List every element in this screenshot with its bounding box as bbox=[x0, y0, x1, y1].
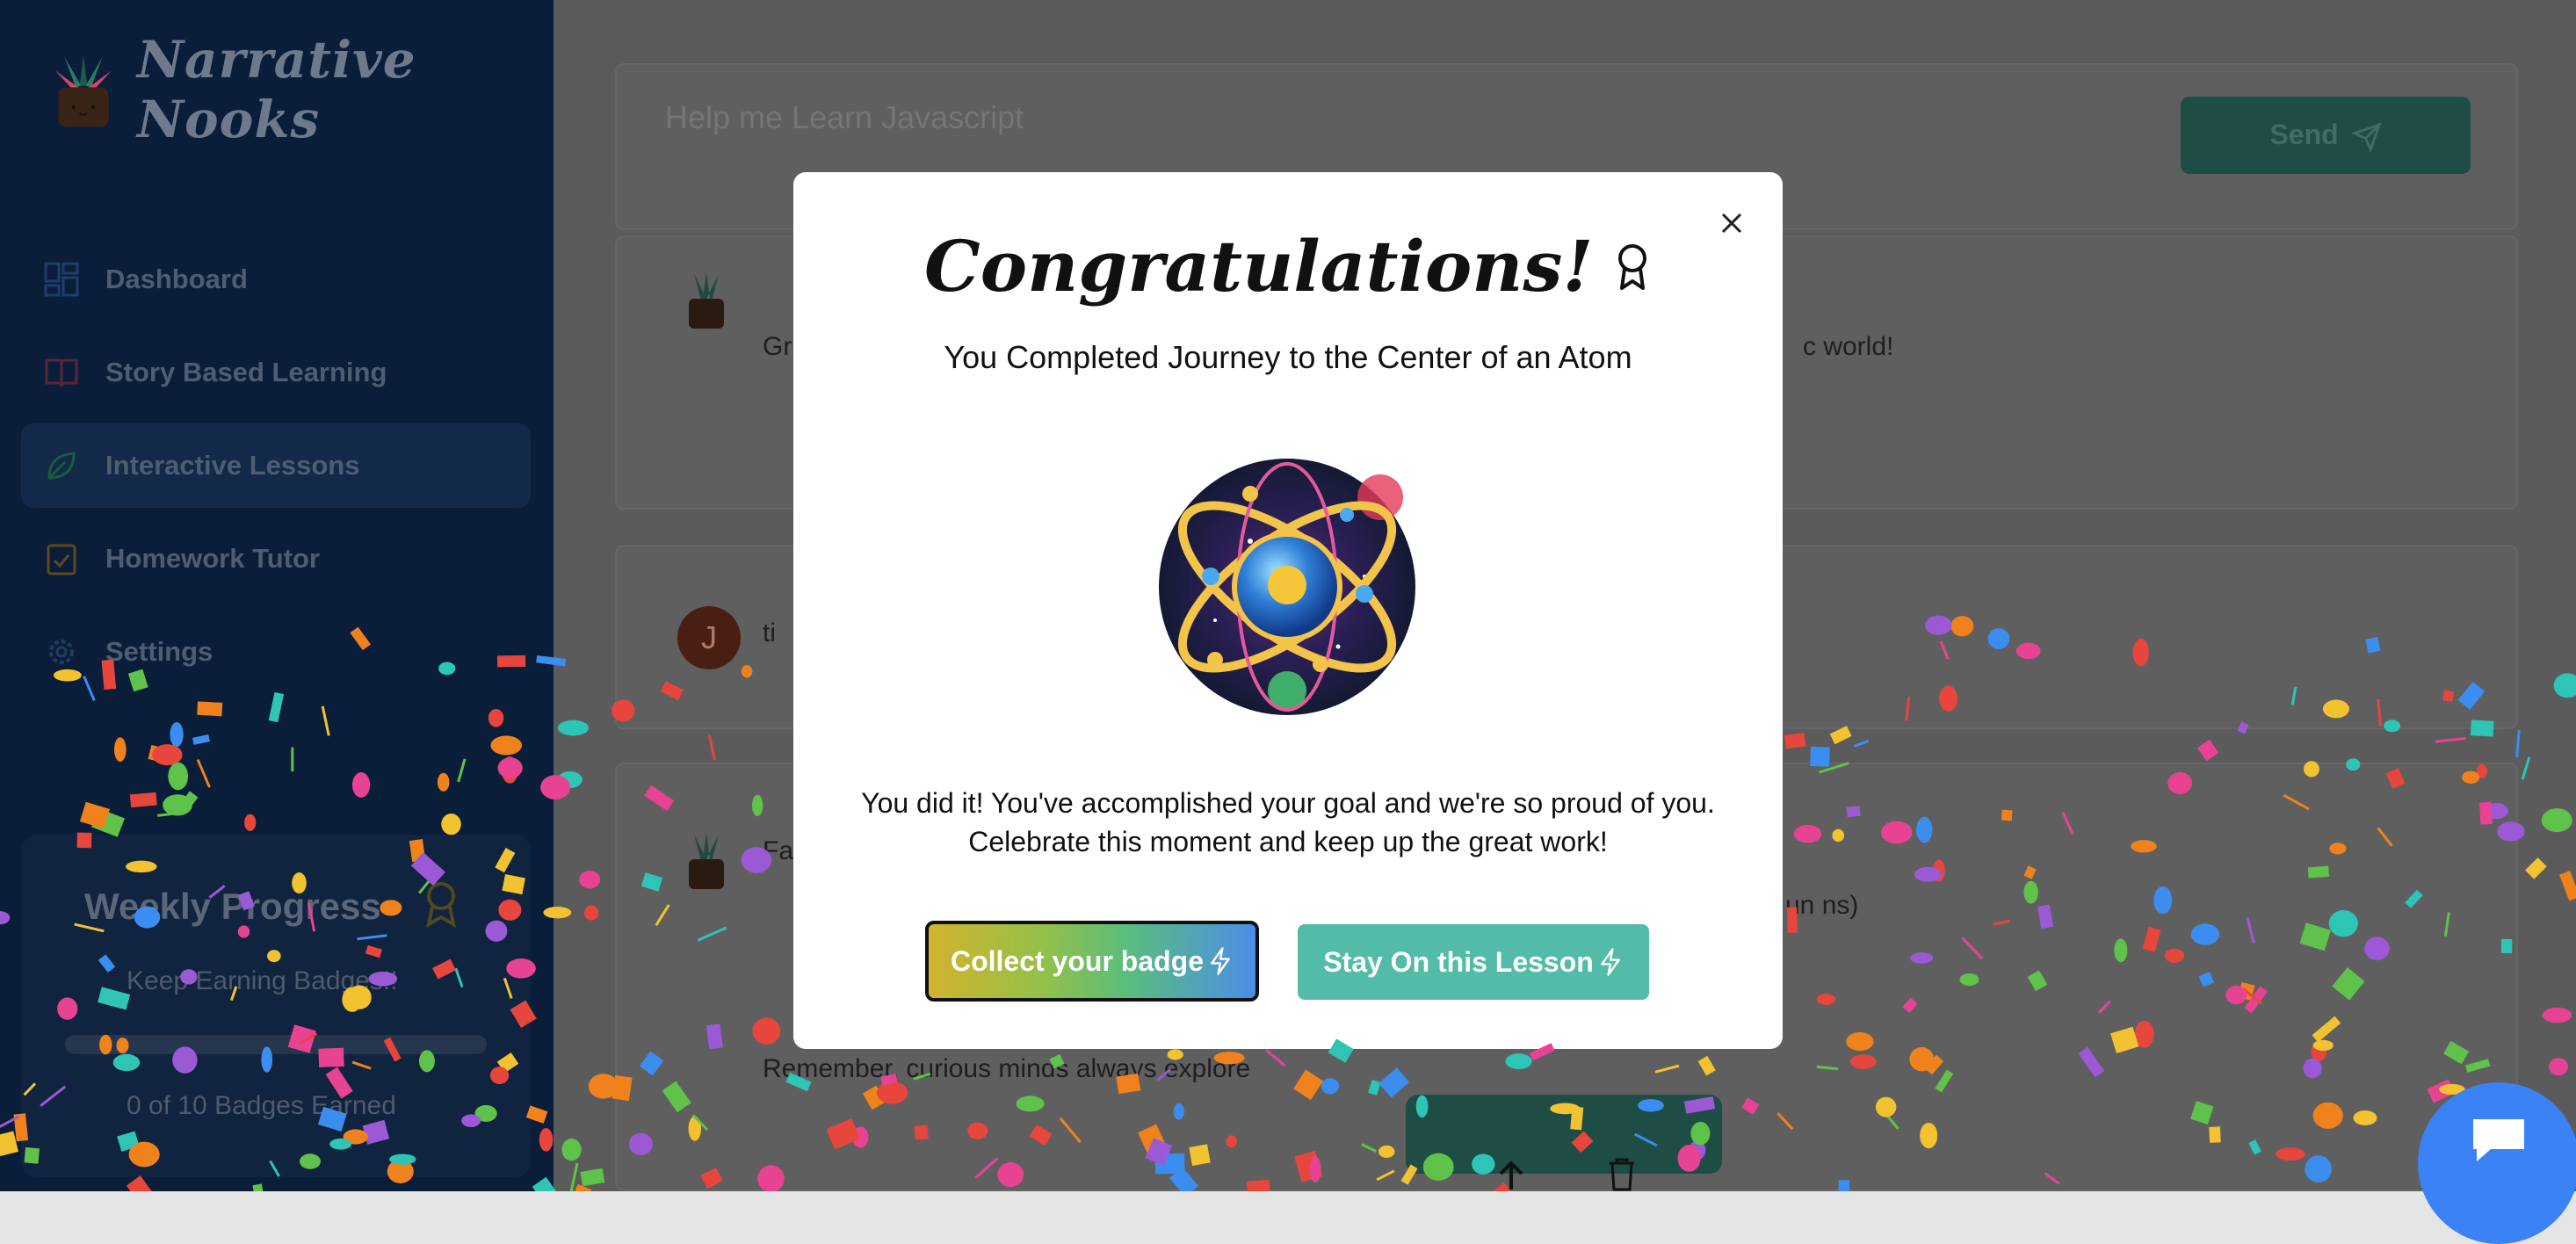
atom-badge-image bbox=[1155, 455, 1419, 719]
congratulations-modal: Congratulations! You Completed Journey t… bbox=[793, 172, 1783, 1049]
modal-subtitle: You Completed Journey to the Center of a… bbox=[944, 339, 1632, 375]
stay-on-lesson-button[interactable]: Stay On this Lesson bbox=[1298, 924, 1649, 1000]
ribbon-award-icon bbox=[1617, 244, 1646, 290]
modal-title: Congratulations! bbox=[924, 225, 1594, 307]
stay-on-lesson-label: Stay On this Lesson bbox=[1323, 945, 1594, 978]
modal-message-line: Celebrate this moment and keep up the gr… bbox=[968, 826, 1608, 857]
collect-badge-label: Collect your badge bbox=[950, 944, 1205, 977]
modal-title-row: Congratulations! bbox=[793, 225, 1783, 307]
modal-message: You did it! You've accomplished your goa… bbox=[793, 784, 1783, 861]
chat-bubble-icon bbox=[2473, 1119, 2524, 1161]
lightning-icon bbox=[1211, 947, 1230, 975]
modal-message-line: You did it! You've accomplished your goa… bbox=[861, 787, 1715, 819]
collect-badge-button[interactable]: Collect your badge bbox=[925, 921, 1259, 1002]
chat-fab-button[interactable] bbox=[2418, 1082, 2576, 1244]
lightning-icon bbox=[1600, 948, 1620, 976]
